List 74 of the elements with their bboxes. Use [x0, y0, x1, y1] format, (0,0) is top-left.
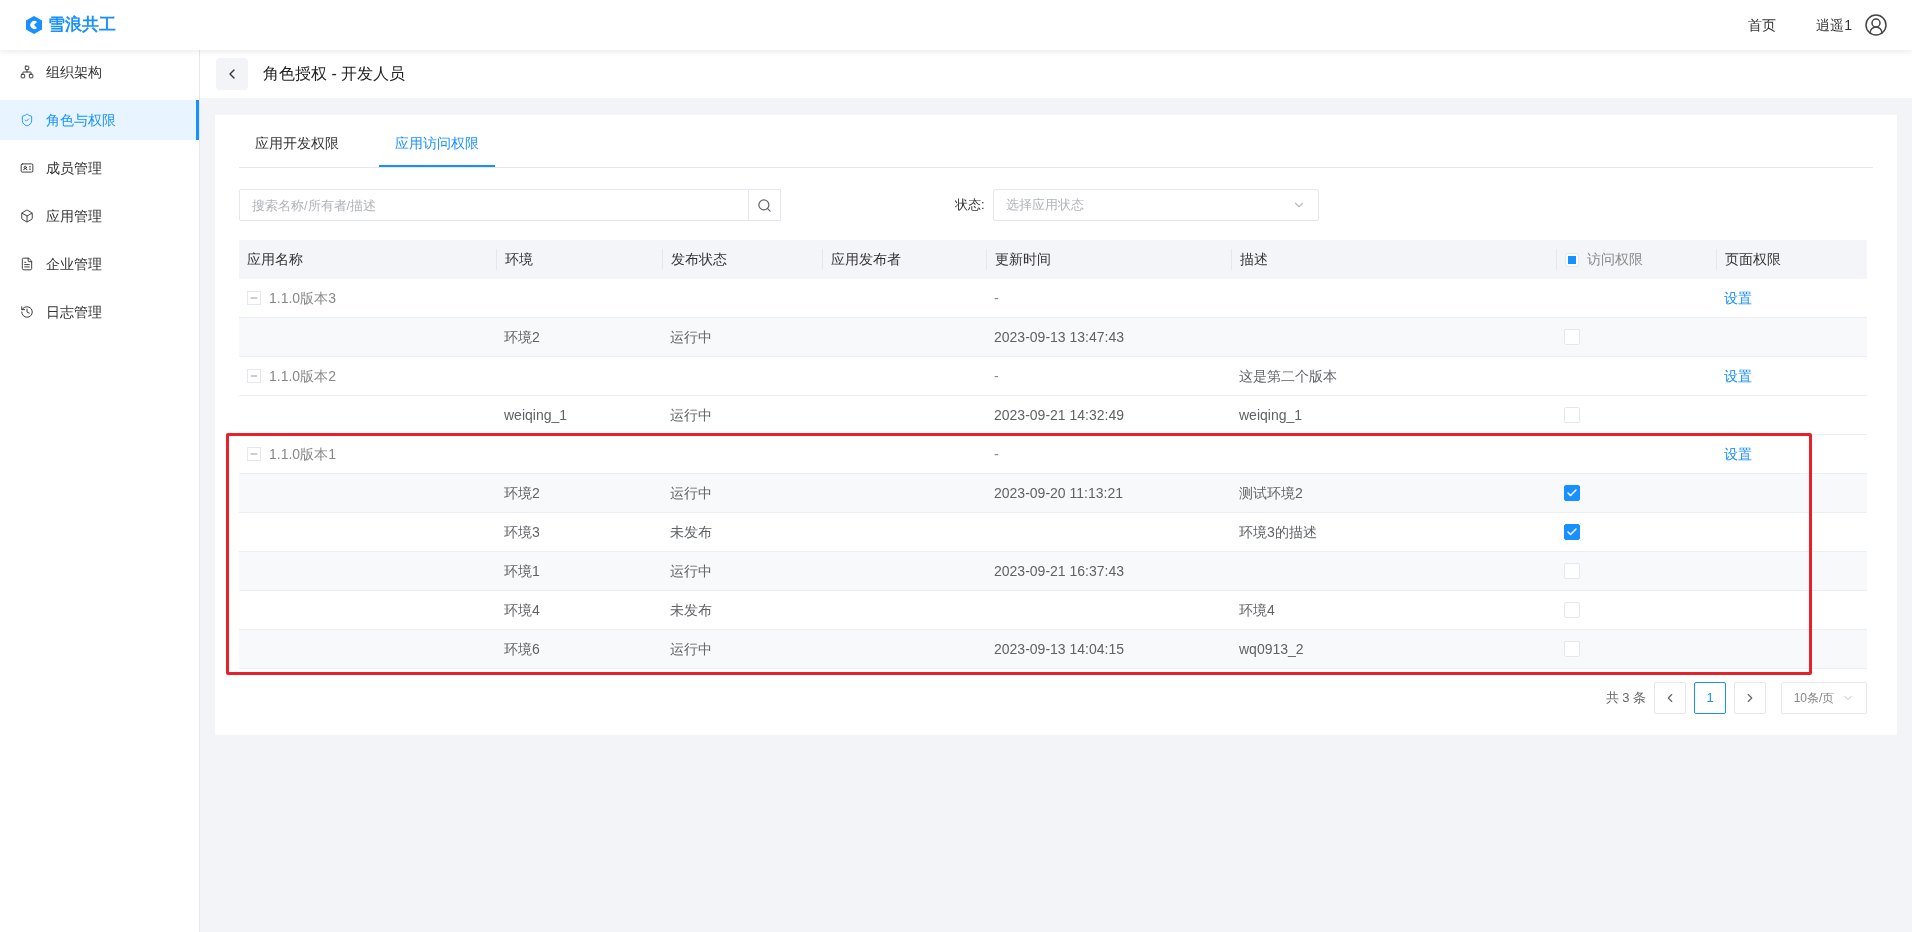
table-cell-text: 2023-09-13 13:47:43 — [994, 327, 1124, 347]
collapse-toggle[interactable] — [247, 447, 261, 461]
table-cell-text: 运行中 — [670, 327, 712, 347]
search-icon — [757, 197, 772, 213]
id-card-icon — [20, 161, 34, 175]
table-cell-text: 运行中 — [670, 483, 712, 503]
shield-icon — [20, 113, 34, 127]
table-cell-text: 未发布 — [670, 522, 712, 542]
home-link[interactable]: 首页 — [1748, 14, 1777, 36]
clock-icon — [20, 305, 34, 319]
table-cell-text: 2023-09-20 11:13:21 — [994, 483, 1123, 503]
table-cell-text: - — [994, 288, 999, 308]
table-cell-text: 环境3的描述 — [1239, 522, 1317, 542]
table-cell-text: 环境4 — [1239, 600, 1275, 620]
search-field[interactable]: 搜索名称/所有者/描述 — [239, 189, 749, 221]
table-cell-text: 环境2 — [504, 483, 540, 503]
table-cell-text: 2023-09-21 14:32:49 — [994, 405, 1124, 425]
org-chart-icon — [20, 65, 34, 79]
checkbox[interactable] — [1564, 485, 1580, 501]
sidebar-item[interactable]: 组织架构 — [0, 52, 199, 92]
collapse-toggle[interactable] — [247, 291, 261, 305]
page-size-select[interactable]: 10条/页 — [1781, 682, 1867, 714]
column-header: 应用发布者 — [831, 250, 901, 269]
sidebar-item[interactable]: 应用管理 — [0, 196, 199, 236]
back-button[interactable] — [216, 58, 248, 90]
table-cell-text: 运行中 — [670, 405, 712, 425]
table-cell-text: 未发布 — [670, 600, 712, 620]
table-cell-text: 这是第二个版本 — [1239, 366, 1337, 386]
column-header: 页面权限 — [1725, 250, 1781, 269]
check-icon — [1566, 487, 1578, 499]
sidebar-item[interactable]: 日志管理 — [0, 292, 199, 332]
user-name[interactable]: 逍遥1 — [1816, 14, 1852, 36]
tab[interactable]: 应用开发权限 — [239, 121, 355, 167]
column-header: 应用名称 — [247, 250, 303, 269]
check-icon — [1566, 526, 1578, 538]
column-header: 环境 — [505, 250, 533, 269]
collapse-toggle[interactable] — [247, 369, 261, 383]
table-cell-text: - — [994, 444, 999, 464]
sidebar-item[interactable]: 企业管理 — [0, 244, 199, 284]
table-cell-text: 环境3 — [504, 522, 540, 542]
header-checkbox[interactable] — [1565, 252, 1579, 267]
table-cell-text: 2023-09-13 14:04:15 — [994, 639, 1124, 659]
column-header: 描述 — [1240, 250, 1268, 269]
page-title: 角色授权 - 开发人员 — [263, 64, 406, 84]
table-cell-text: 运行中 — [670, 561, 712, 581]
checkbox[interactable] — [1564, 524, 1580, 540]
cube-icon — [20, 209, 34, 223]
table-cell-text: 环境1 — [504, 561, 540, 581]
document-icon — [20, 257, 34, 271]
table-cell-text: weiqing_1 — [1239, 405, 1303, 425]
logo-icon — [24, 15, 44, 35]
status-label: 状态: — [955, 196, 985, 215]
table-cell-text: - — [994, 366, 999, 386]
search-button[interactable] — [749, 189, 781, 221]
column-header: 访问权限 — [1587, 250, 1643, 269]
column-header: 发布状态 — [671, 250, 727, 269]
next-page-button[interactable] — [1734, 682, 1766, 714]
table-cell-text: 环境6 — [504, 639, 540, 659]
table-cell-text: weiqing_1 — [504, 405, 568, 425]
total-count: 共 3 条 — [1605, 689, 1646, 708]
group-name: 1.1.0版本3 — [269, 288, 336, 308]
sidebar-item[interactable]: 成员管理 — [0, 148, 199, 188]
group-name: 1.1.0版本1 — [269, 444, 336, 464]
table-cell-text: 环境2 — [504, 327, 540, 347]
table-cell-text: wq0913_2 — [1239, 639, 1304, 659]
group-name: 1.1.0版本2 — [269, 366, 336, 386]
table-cell-text: 测试环境2 — [1239, 483, 1303, 503]
table-cell-text: 运行中 — [670, 639, 712, 659]
column-header: 更新时间 — [995, 250, 1051, 269]
table-cell-text: 环境4 — [504, 600, 540, 620]
previous-page-button[interactable] — [1654, 682, 1686, 714]
user-avatar-icon[interactable] — [1864, 13, 1888, 37]
table-cell-text: 2023-09-21 16:37:43 — [994, 561, 1124, 581]
logo-text: 雪浪共工 — [48, 14, 116, 37]
